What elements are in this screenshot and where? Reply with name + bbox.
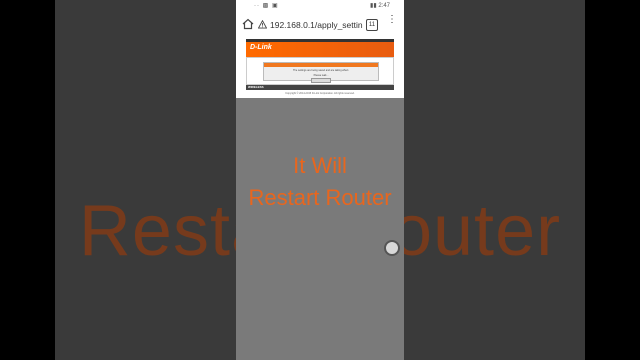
dlink-header: D-Link: [246, 42, 394, 57]
status-clock: ▮▮ 2:47: [370, 3, 390, 9]
status-bar: ·· ▩ ▣ ▮▮ 2:47: [236, 0, 404, 12]
more-vert-icon[interactable]: ⋮: [387, 15, 397, 25]
touch-cursor-indicator: [384, 240, 400, 256]
status-icons: ·· ▩ ▣: [254, 3, 279, 9]
saving-message-box: The settings are being saved and are tak…: [263, 62, 379, 83]
background-blur-left: [55, 0, 236, 360]
settings-panel: The settings are being saved and are tak…: [246, 57, 394, 85]
footer-label: WIRELESS: [248, 85, 264, 89]
dlink-logo: D-Link: [250, 44, 272, 51]
home-icon[interactable]: [242, 18, 254, 30]
video-caption: It Will Restart Router: [236, 150, 404, 214]
url-field[interactable]: 192.168.0.1/apply_settin: [258, 17, 374, 33]
tab-switcher-button[interactable]: 11: [366, 19, 378, 31]
message-wait-text: Please wait...: [313, 74, 329, 77]
not-secure-warning-icon[interactable]: [258, 20, 267, 29]
phone-screen: ·· ▩ ▣ ▮▮ 2:47 192.168.0.1/apply_settin …: [236, 0, 404, 360]
browser-address-bar: 192.168.0.1/apply_settin 11 ⋮: [236, 12, 404, 39]
caption-line-1: It Will: [293, 153, 347, 178]
message-text: The settings are being saved and are tak…: [292, 69, 350, 72]
caption-line-2: Restart Router: [248, 185, 392, 210]
dlink-footer: WIRELESS: [246, 85, 394, 90]
message-title-bar: [264, 63, 378, 67]
router-webpage: D-Link The settings are being saved and …: [236, 38, 404, 98]
url-text: 192.168.0.1/apply_settin: [270, 20, 363, 30]
background-blur-right: [404, 0, 585, 360]
message-button[interactable]: [311, 78, 331, 83]
copyright-text: Copyright © 2014-2015 D-Link Corporation…: [285, 92, 355, 95]
